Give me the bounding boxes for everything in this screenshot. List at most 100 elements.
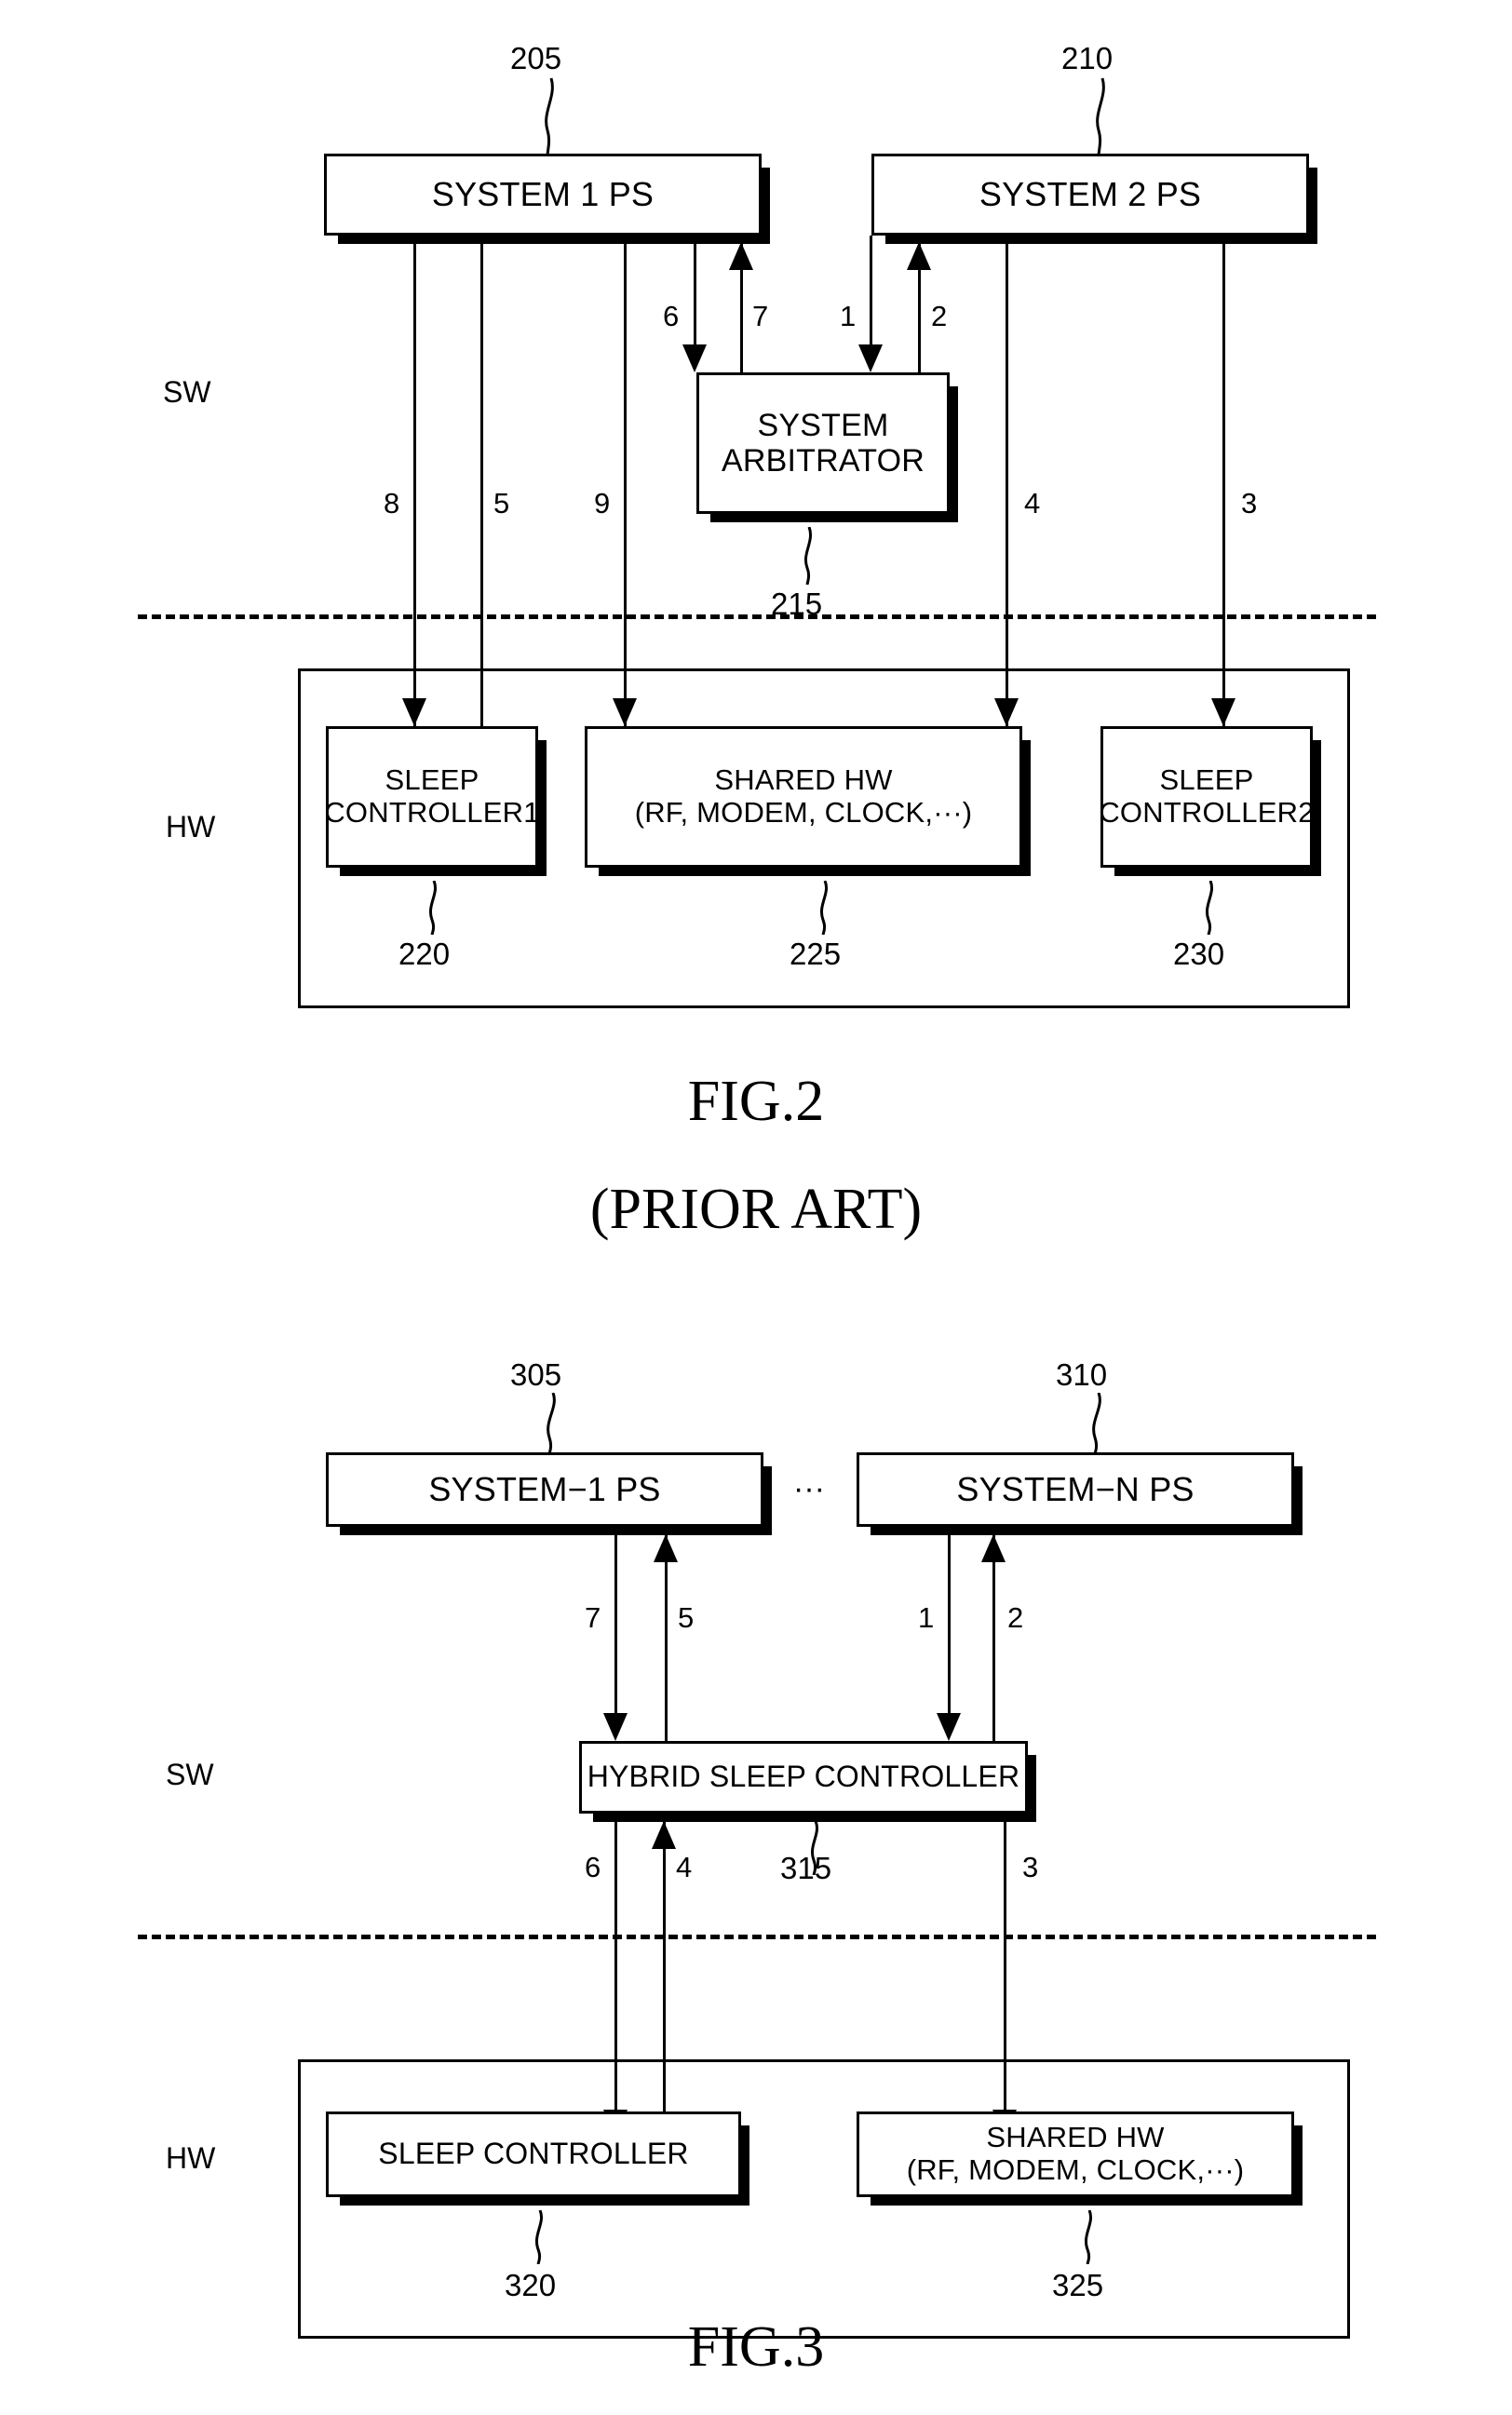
- ref-numeral-310: 310: [1056, 1357, 1108, 1392]
- leader-line-215: [804, 527, 812, 585]
- box-label: SHARED HW (RF, MODEM, CLOCK,···): [634, 763, 973, 829]
- box-sleep-controller-2[interactable]: SLEEP CONTROLLER2: [1099, 726, 1321, 876]
- arrow-number-8: 8: [384, 487, 400, 519]
- arrow-number-5: 5: [493, 487, 510, 519]
- box-shadow-right: [1022, 740, 1031, 876]
- box-label: SYSTEM 1 PS: [431, 174, 655, 213]
- box-shared-hw[interactable]: SHARED HW (RF, MODEM, CLOCK,···): [585, 726, 1031, 876]
- arrowhead-6-down: [682, 344, 707, 372]
- ref-numeral-220: 220: [398, 937, 451, 971]
- leader-line-205: [545, 77, 554, 155]
- box-label: SYSTEM 2 PS: [979, 174, 1202, 213]
- layer-label-hw: HW: [166, 810, 216, 843]
- box-system-n-ps[interactable]: SYSTEM−N PS: [857, 1452, 1303, 1535]
- leader-line-225: [820, 881, 828, 935]
- arrowhead-9-down: [613, 698, 637, 726]
- box-system-2-ps[interactable]: SYSTEM 2 PS: [871, 154, 1317, 244]
- box-shadow-bottom: [885, 236, 1317, 244]
- arrowhead-2-up: [981, 1534, 1006, 1562]
- leader-line-210: [1096, 77, 1105, 155]
- box-label: SYSTEM ARBITRATOR: [722, 407, 925, 479]
- layer-label-hw: HW: [166, 2141, 216, 2175]
- figure-2: 205 210 SYSTEM 1 PS SYSTEM 2 PS SYSTEM A…: [0, 0, 1512, 1266]
- connector-line-8: [413, 236, 416, 726]
- box-sleep-controller-1[interactable]: SLEEP CONTROLLER1: [324, 726, 547, 876]
- figure-2-caption: FIG.2: [687, 1070, 825, 1133]
- arrow-number-7: 7: [585, 1601, 601, 1634]
- box-shadow-right: [1294, 1466, 1303, 1535]
- arrowhead-1-down: [937, 1713, 961, 1741]
- leader-line-305: [547, 1393, 556, 1454]
- arrowhead-7-down: [603, 1713, 628, 1741]
- arrowhead-4-down: [994, 698, 1019, 726]
- box-shadow-right: [762, 168, 770, 244]
- box-label: SYSTEM−N PS: [956, 1469, 1195, 1508]
- box-shadow-bottom: [871, 1527, 1303, 1535]
- box-hybrid-sleep-controller[interactable]: HYBRID SLEEP CONTROLLER: [579, 1741, 1036, 1822]
- box-shadow-bottom: [340, 2197, 749, 2206]
- ref-numeral-315: 315: [780, 1851, 832, 1885]
- arrow-number-6: 6: [663, 300, 680, 332]
- arrowhead-7-up: [729, 242, 753, 270]
- box-shadow-bottom: [340, 868, 547, 876]
- ref-numeral-210: 210: [1061, 41, 1114, 75]
- figure-2-subcaption: (PRIOR ART): [589, 1178, 923, 1241]
- connector-line-5: [665, 1534, 668, 1741]
- connector-line-9: [624, 236, 627, 726]
- box-label: SLEEP CONTROLLER2: [1099, 763, 1315, 829]
- box-shadow-bottom: [710, 514, 958, 522]
- ref-numeral-305: 305: [510, 1357, 562, 1392]
- connector-line-7: [614, 1527, 617, 1713]
- leader-line-230: [1206, 881, 1213, 935]
- box-sleep-controller[interactable]: SLEEP CONTROLLER: [326, 2111, 749, 2206]
- box-shadow-right: [1294, 2125, 1303, 2206]
- ref-numeral-205: 205: [510, 41, 562, 75]
- connector-line-4: [663, 1821, 666, 2139]
- arrow-number-1: 1: [918, 1601, 935, 1634]
- box-shadow-bottom: [340, 1527, 772, 1535]
- sw-hw-divider: [138, 1935, 1376, 1939]
- ref-numeral-320: 320: [505, 2268, 557, 2302]
- box-label: SYSTEM−1 PS: [428, 1469, 661, 1508]
- box-label: HYBRID SLEEP CONTROLLER: [587, 1760, 1020, 1794]
- box-label: SLEEP CONTROLLER: [378, 2137, 689, 2171]
- arrow-number-6: 6: [585, 1851, 601, 1883]
- connector-line-4: [1006, 236, 1008, 726]
- box-shadow-bottom: [593, 1814, 1036, 1822]
- arrow-number-1: 1: [840, 300, 857, 332]
- box-shadow-right: [763, 1466, 772, 1535]
- box-system-1-ps[interactable]: SYSTEM−1 PS: [326, 1452, 772, 1535]
- box-system-1-ps[interactable]: SYSTEM 1 PS: [324, 154, 770, 244]
- connector-line-3: [1222, 236, 1225, 726]
- connector-line-1: [948, 1527, 951, 1713]
- arrow-number-3: 3: [1022, 1851, 1039, 1883]
- arrowhead-2-up: [907, 242, 931, 270]
- connector-line-2: [992, 1534, 995, 1741]
- box-shadow-right: [1028, 1755, 1036, 1822]
- arrow-number-2: 2: [1007, 1601, 1024, 1634]
- arrow-number-9: 9: [594, 487, 611, 519]
- arrow-number-7: 7: [752, 300, 769, 332]
- arrow-number-2: 2: [931, 300, 948, 332]
- arrow-number-4: 4: [676, 1851, 693, 1883]
- box-shadow-right: [741, 2125, 749, 2206]
- box-shared-hw[interactable]: SHARED HW (RF, MODEM, CLOCK,···): [857, 2111, 1303, 2206]
- figure-3-caption: FIG.3: [687, 2315, 825, 2379]
- ref-numeral-325: 325: [1052, 2268, 1104, 2302]
- layer-label-sw: SW: [166, 1758, 214, 1791]
- figure-3: 305 310 SYSTEM−1 PS ··· SYSTEM−N PS 7 5 …: [0, 1303, 1512, 2415]
- arrowhead-8-down: [402, 698, 426, 726]
- arrowhead-4-up: [652, 1821, 676, 1849]
- connector-line-1: [870, 236, 872, 344]
- box-shadow-right: [950, 386, 958, 522]
- box-system-arbitrator[interactable]: SYSTEM ARBITRATOR: [696, 372, 958, 522]
- systems-ellipsis: ···: [793, 1471, 825, 1506]
- connector-line-6: [694, 236, 696, 344]
- arrowhead-5-up: [654, 1534, 678, 1562]
- ref-numeral-230: 230: [1173, 937, 1225, 971]
- arrowhead-3-down: [1211, 698, 1235, 726]
- box-label: SLEEP CONTROLLER1: [324, 763, 540, 829]
- layer-label-sw: SW: [163, 375, 211, 409]
- box-shadow-bottom: [1114, 868, 1321, 876]
- arrowhead-1-down: [858, 344, 883, 372]
